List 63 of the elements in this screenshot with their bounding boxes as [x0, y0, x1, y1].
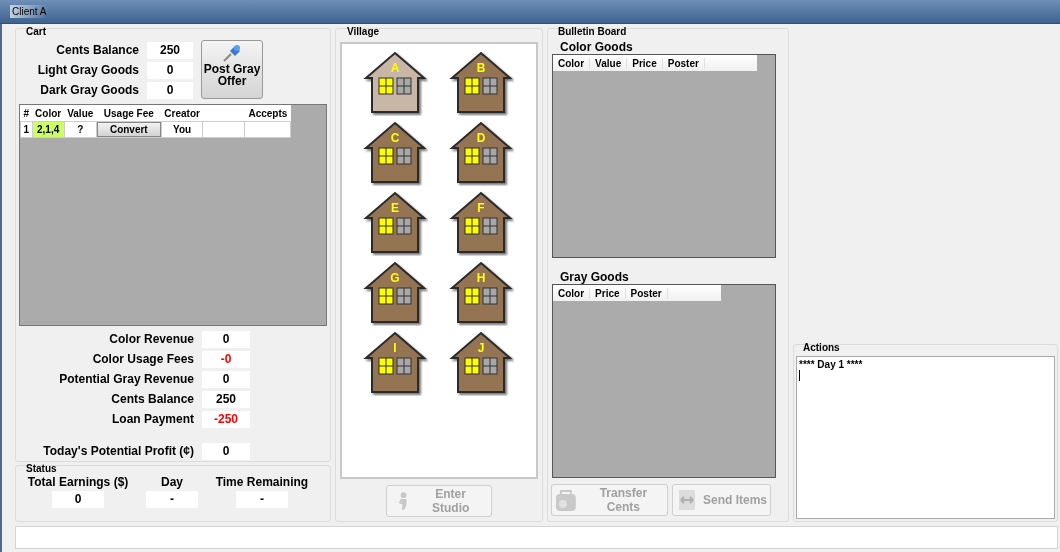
safe-icon: [554, 488, 578, 512]
table-cell: You: [161, 121, 203, 138]
window-title: Client A: [10, 5, 49, 18]
column-header: #: [20, 105, 33, 122]
panel-title: Status: [25, 462, 58, 475]
list-title: Color Goods: [560, 40, 634, 54]
list-title: Gray Goods: [560, 270, 630, 284]
value-field: 250: [202, 390, 250, 408]
status-label: Total Earnings ($): [27, 475, 129, 489]
post-offer-button[interactable]: Post Gray Offer: [201, 40, 263, 99]
summary-label: Cents Balance: [111, 392, 194, 406]
color-cell: 2,1,4: [32, 121, 65, 138]
house-icon[interactable]: F: [448, 190, 514, 256]
convert-button[interactable]: Convert: [96, 122, 161, 137]
column-header: Value: [64, 105, 97, 122]
house-icon[interactable]: J: [448, 330, 514, 396]
column-header: Usage Fee: [96, 105, 162, 122]
table-cell: ?: [64, 121, 97, 138]
panel-title: Bulletin Board: [557, 25, 628, 38]
value-field: -0: [202, 350, 250, 368]
value-field: 0: [202, 330, 250, 348]
house-icon[interactable]: G: [362, 260, 428, 326]
column-header: Color: [32, 105, 65, 122]
panel-title: Cart: [25, 25, 47, 38]
value-field: 0: [147, 81, 193, 99]
house-icon[interactable]: B: [448, 50, 514, 116]
value-field: -: [235, 491, 288, 508]
value-field: 0: [202, 442, 250, 460]
column-header: Value: [590, 57, 628, 69]
value-field: 250: [147, 41, 193, 59]
column-header: Price: [627, 57, 663, 69]
column-header: Creator: [161, 105, 203, 122]
column-header: Color: [553, 57, 591, 69]
field-label: Dark Gray Goods: [40, 83, 139, 97]
status-label: Time Remaining: [215, 475, 309, 489]
summary-label: Today's Potential Profit (¢): [43, 444, 194, 458]
log-line: **** Day 1 ****: [799, 359, 864, 370]
house-icon[interactable]: I: [362, 330, 428, 396]
summary-label: Color Revenue: [109, 332, 194, 346]
column-header: Poster: [625, 287, 668, 299]
value-field: 0: [147, 61, 193, 79]
value-field: -: [146, 491, 198, 508]
pushpin-icon: [221, 43, 243, 63]
panel-title: Actions: [802, 341, 841, 354]
panel-title: Village: [346, 25, 381, 38]
column-header: Poster: [662, 57, 705, 69]
summary-label: Color Usage Fees: [92, 352, 194, 366]
summary-label: Loan Payment: [111, 412, 194, 426]
column-header: Color: [553, 287, 591, 299]
column-header: Price: [590, 287, 626, 299]
column-header: Accepts: [244, 105, 291, 122]
house-icon[interactable]: E: [362, 190, 428, 256]
house-icon[interactable]: D: [448, 120, 514, 186]
table-cell: 1: [20, 121, 33, 138]
field-label: Light Gray Goods: [37, 63, 139, 77]
value-field: -250: [202, 410, 250, 428]
house-icon[interactable]: C: [362, 120, 428, 186]
value-field: 0: [202, 370, 250, 388]
value-field: 0: [52, 491, 105, 508]
house-icon[interactable]: H: [448, 260, 514, 326]
status-label: Day: [160, 475, 183, 489]
field-label: Cents Balance: [56, 43, 139, 57]
summary-label: Potential Gray Revenue: [59, 372, 194, 386]
